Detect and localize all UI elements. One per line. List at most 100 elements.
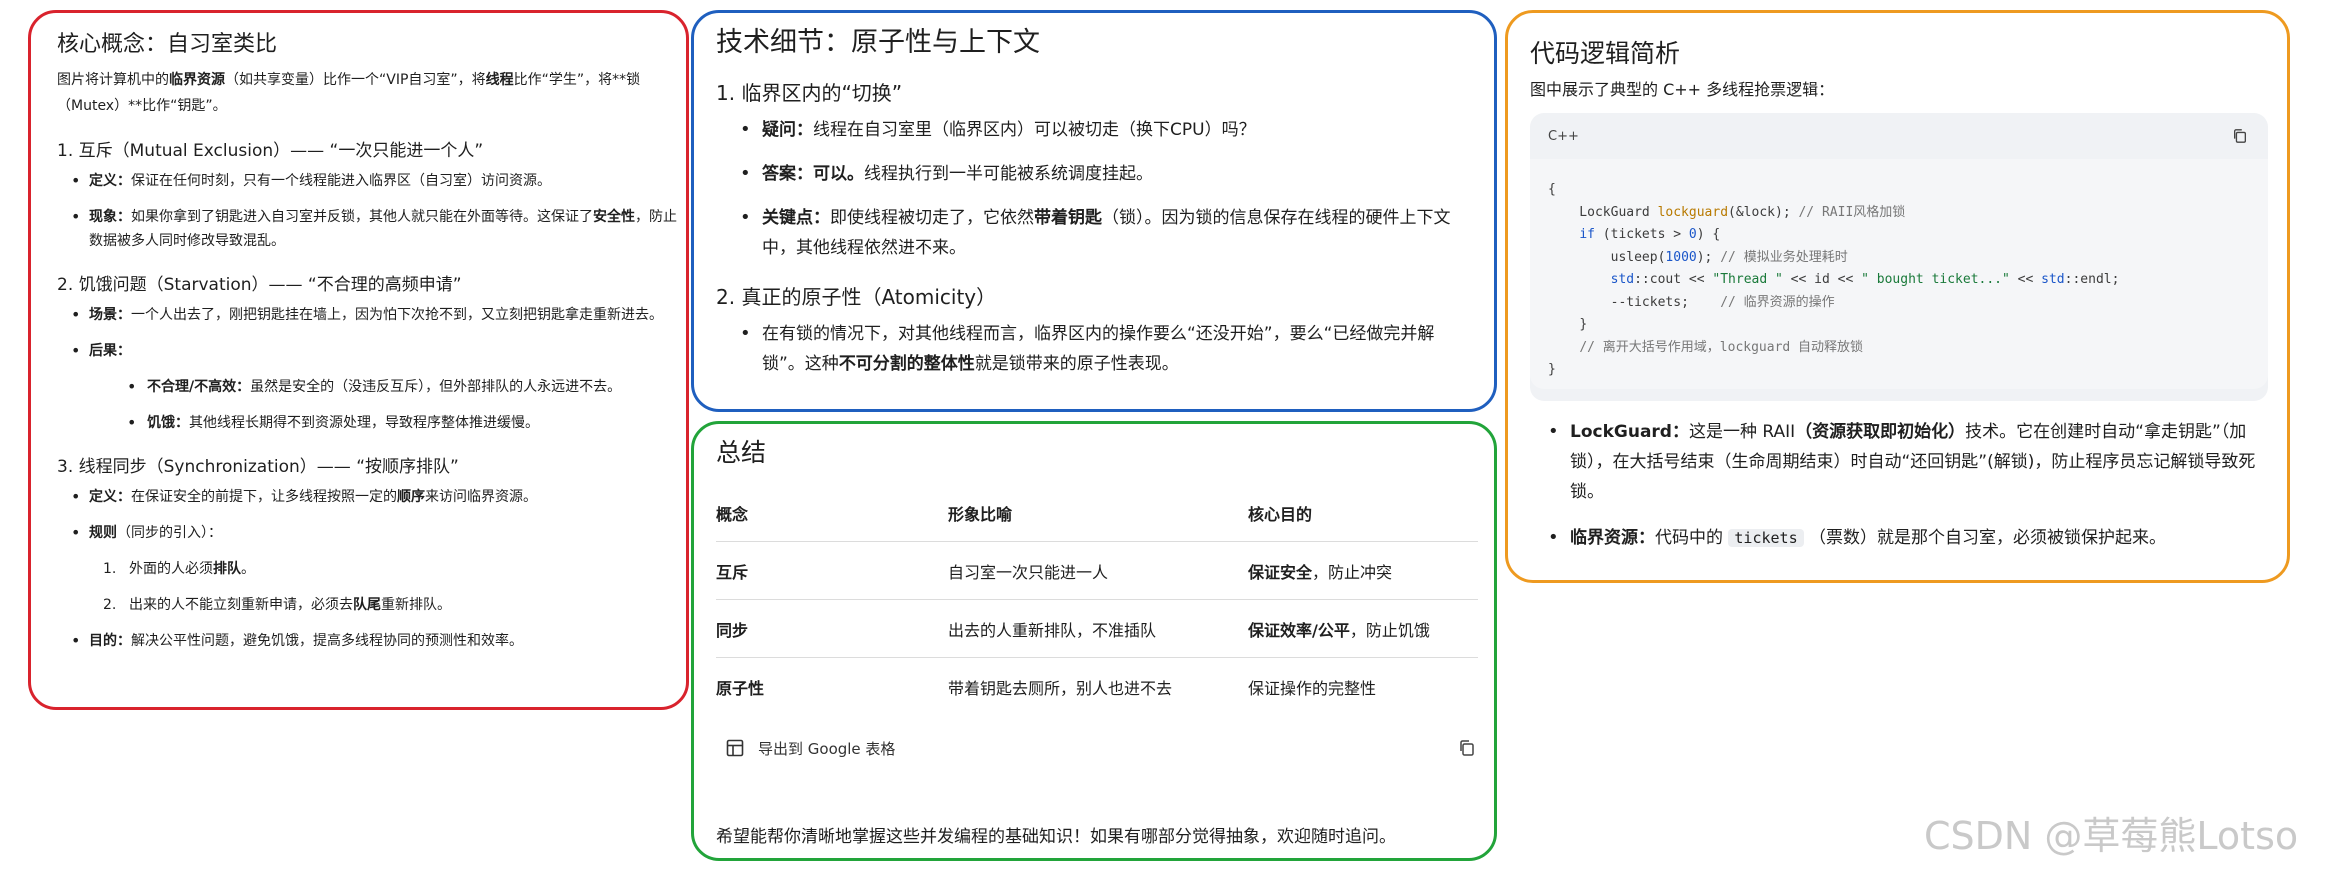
list-item: LockGuard：这是一种 RAII（资源获取即初始化）技术。它在创建时自动“… [1530, 417, 2270, 507]
intro-bold: 临界资源 [169, 72, 225, 88]
list-item: 饥饿：其他线程长期得不到资源处理，导致程序整体推进缓慢。 [57, 411, 686, 435]
tech-detail-panel: 技术细节：原子性与上下文 1. 临界区内的“切换” 疑问：线程在自习室里（临界区… [691, 10, 1497, 412]
cell-bold: 保证安全 [1248, 562, 1313, 582]
summary-panel: 总结 概念 形象比喻 核心目的 互斥 自习室一次只能进一人 保证安全，防止冲突 … [691, 421, 1497, 861]
export-to-sheets-button[interactable]: 导出到 Google 表格 [716, 738, 895, 759]
item-label: 饥饿： [147, 415, 189, 431]
mutex-heading: 1. 互斥（Mutual Exclusion）—— “一次只能进一个人” [57, 141, 484, 161]
atomicity-heading: 2. 真正的原子性（Atomicity） [716, 285, 997, 309]
list-item: 疑问：线程在自习室里（临界区内）可以被切走（换下CPU）吗？ [716, 115, 1472, 145]
code-analysis-intro: 图中展示了典型的 C++ 多线程抢票逻辑： [1530, 80, 1835, 99]
export-bar: 导出到 Google 表格 [716, 719, 1476, 777]
core-concept-panel: 核心概念：自习室类比 图片将计算机中的临界资源（如共享变量）比作一个“VIP自习… [28, 10, 689, 710]
code-comment: // 离开大括号作用域，lockguard 自动释放锁 [1579, 339, 1864, 355]
item-label: 不合理/不高效： [147, 379, 251, 395]
rule-text: 出来的人不能立刻重新申请，必须去 [129, 597, 353, 613]
code-language: C++ [1548, 128, 1579, 144]
item-bold: （资源获取即初始化） [1795, 422, 1966, 442]
table-header: 核心目的 [1248, 484, 1478, 542]
code-string: "Thread " [1712, 272, 1783, 287]
export-label: 导出到 Google 表格 [758, 739, 896, 758]
item-text: 这是一种 RAII [1688, 422, 1796, 442]
code-token: std [1610, 272, 1635, 287]
item-label: 定义： [89, 489, 131, 505]
item-label: 临界资源： [1570, 528, 1655, 548]
rule-text: 。 [241, 561, 255, 577]
item-label: 后果： [89, 343, 131, 359]
code-line: } [1579, 317, 1588, 332]
table-cell: 自习室一次只能进一人 [948, 541, 1248, 600]
rule-text: 外面的人必须 [129, 561, 213, 577]
code-token: std [2041, 272, 2065, 287]
table-row: 原子性 带着钥匙去厕所，别人也进不去 保证操作的完整性 [716, 658, 1478, 716]
item-bold: 安全性 [593, 209, 635, 225]
list-item: 不合理/不高效：虽然是安全的（没违反互斥），但外部排队的人永远进不去。 [57, 375, 686, 399]
table-cell: 带着钥匙去厕所，别人也进不去 [948, 678, 1173, 698]
sync-goal-list: 目的：解决公平性问题，避免饥饿，提高多线程协同的预测性和效率。 [57, 629, 686, 653]
code-token: lockguard [1657, 204, 1729, 220]
rule-bold: 队尾 [353, 597, 381, 613]
item-text: 在保证安全的前提下，让多线程按照一定的 [131, 489, 397, 505]
list-item: 现象：如果你拿到了钥匙进入自习室并反锁，其他人就只能在外面等待。这保证了安全性，… [57, 205, 686, 253]
item-label: 定义： [89, 173, 131, 189]
item-text: 一个人出去了，刚把钥匙挂在墙上，因为怕下次抢不到，又立刻把钥匙拿走重新进去。 [131, 307, 663, 323]
code-token: ::cout << [1634, 272, 1713, 287]
starvation-heading: 2. 饥饿问题（Starvation）—— “不合理的高频申请” [57, 275, 462, 295]
item-text: 如果你拿到了钥匙进入自习室并反锁，其他人就只能在外面等待。这保证了 [131, 209, 593, 225]
intro-text: （如共享变量）比作一个“VIP自习室”，将 [225, 72, 486, 88]
list-item: 临界资源：代码中的 tickets （票数）就是那个自习室，必须被锁保护起来。 [1530, 523, 2270, 553]
copy-code-icon[interactable] [2232, 128, 2248, 144]
switch-heading: 1. 临界区内的“切换” [716, 81, 903, 105]
code-token: ::endl; [2064, 272, 2120, 287]
table-header: 概念 [716, 484, 948, 542]
code-token: usleep( [1610, 249, 1666, 265]
code-string: " bought ticket..." [1861, 272, 2010, 287]
list-item: 定义：保证在任何时刻，只有一个线程能进入临界区（自习室）访问资源。 [57, 169, 686, 193]
item-text: 保证在任何时刻，只有一个线程能进入临界区（自习室）访问资源。 [131, 173, 551, 189]
summary-table: 概念 形象比喻 核心目的 互斥 自习室一次只能进一人 保证安全，防止冲突 同步 … [716, 484, 1478, 715]
table-cell: 保证安全，防止冲突 [1248, 541, 1478, 600]
item-text: 代码中的 [1655, 528, 1723, 548]
table-header-row: 概念 形象比喻 核心目的 [716, 484, 1478, 542]
code-header: C++ [1530, 113, 2268, 159]
item-text: 即使线程被切走了，它依然 [830, 208, 1034, 228]
code-token: ); [1696, 249, 1721, 265]
item-label: 答案： [762, 164, 813, 184]
code-token: (tickets > [1594, 227, 1689, 242]
cell-text: 保证操作的完整性 [1248, 678, 1377, 698]
starvation-list: 场景：一个人出去了，刚把钥匙挂在墙上，因为怕下次抢不到，又立刻把钥匙拿走重新进去… [57, 303, 686, 435]
cell-bold: 同步 [716, 620, 749, 640]
sync-list: 定义：在保证安全的前提下，让多线程按照一定的顺序来访问临界资源。 规则（同步的引… [57, 485, 686, 545]
table-header: 形象比喻 [948, 484, 1248, 542]
item-text: 线程在自习室里（临界区内）可以被切走（换下CPU）吗？ [813, 120, 1256, 140]
cell-text: ，防止饥饿 [1349, 620, 1430, 640]
item-label: 疑问： [762, 120, 813, 140]
code-token: --tickets; [1610, 294, 1721, 310]
table-cell: 出去的人重新排队，不准插队 [948, 599, 1248, 658]
item-text: 虽然是安全的（没违反互斥），但外部排队的人永远进不去。 [250, 379, 622, 395]
code-token: LockGuard [1548, 204, 1658, 220]
header-text: 概念 [716, 504, 749, 524]
item-bold: 带着钥匙 [1034, 208, 1102, 228]
header-text: 形象比喻 [948, 504, 1013, 524]
cell-bold: 原子性 [716, 678, 765, 698]
list-item: 场景：一个人出去了，刚把钥匙挂在墙上，因为怕下次抢不到，又立刻把钥匙拿走重新进去… [57, 303, 686, 327]
item-label: 目的： [89, 633, 131, 649]
list-item: 在有锁的情况下，对其他线程而言，临界区内的操作要么“还没开始”，要么“已经做完并… [716, 319, 1472, 379]
copy-icon[interactable] [1458, 739, 1476, 757]
intro-bold: 线程 [485, 72, 514, 88]
table-cell: 互斥 [716, 541, 948, 600]
item-text: 其他线程长期得不到资源处理，导致程序整体推进缓慢。 [189, 415, 539, 431]
item-label: 现象： [89, 209, 131, 225]
code-token: (&lock); [1728, 204, 1799, 220]
code-line: } [1548, 362, 1556, 377]
sync-heading: 3. 线程同步（Synchronization）—— “按顺序排队” [57, 457, 459, 477]
cell-bold: 保证效率/公平 [1248, 620, 1350, 640]
item-label: 规则 [89, 525, 117, 541]
code-token: if [1579, 227, 1595, 242]
list-item: 规则（同步的引入）： [57, 521, 686, 545]
code-block: C++ { LockGuard lockguard(&lock); // RAI… [1530, 113, 2268, 401]
item-bold: 顺序 [397, 489, 425, 505]
item-text: （同步的引入）： [117, 525, 222, 541]
item-text: 解决公平性问题，避免饥饿，提高多线程协同的预测性和效率。 [131, 633, 523, 649]
